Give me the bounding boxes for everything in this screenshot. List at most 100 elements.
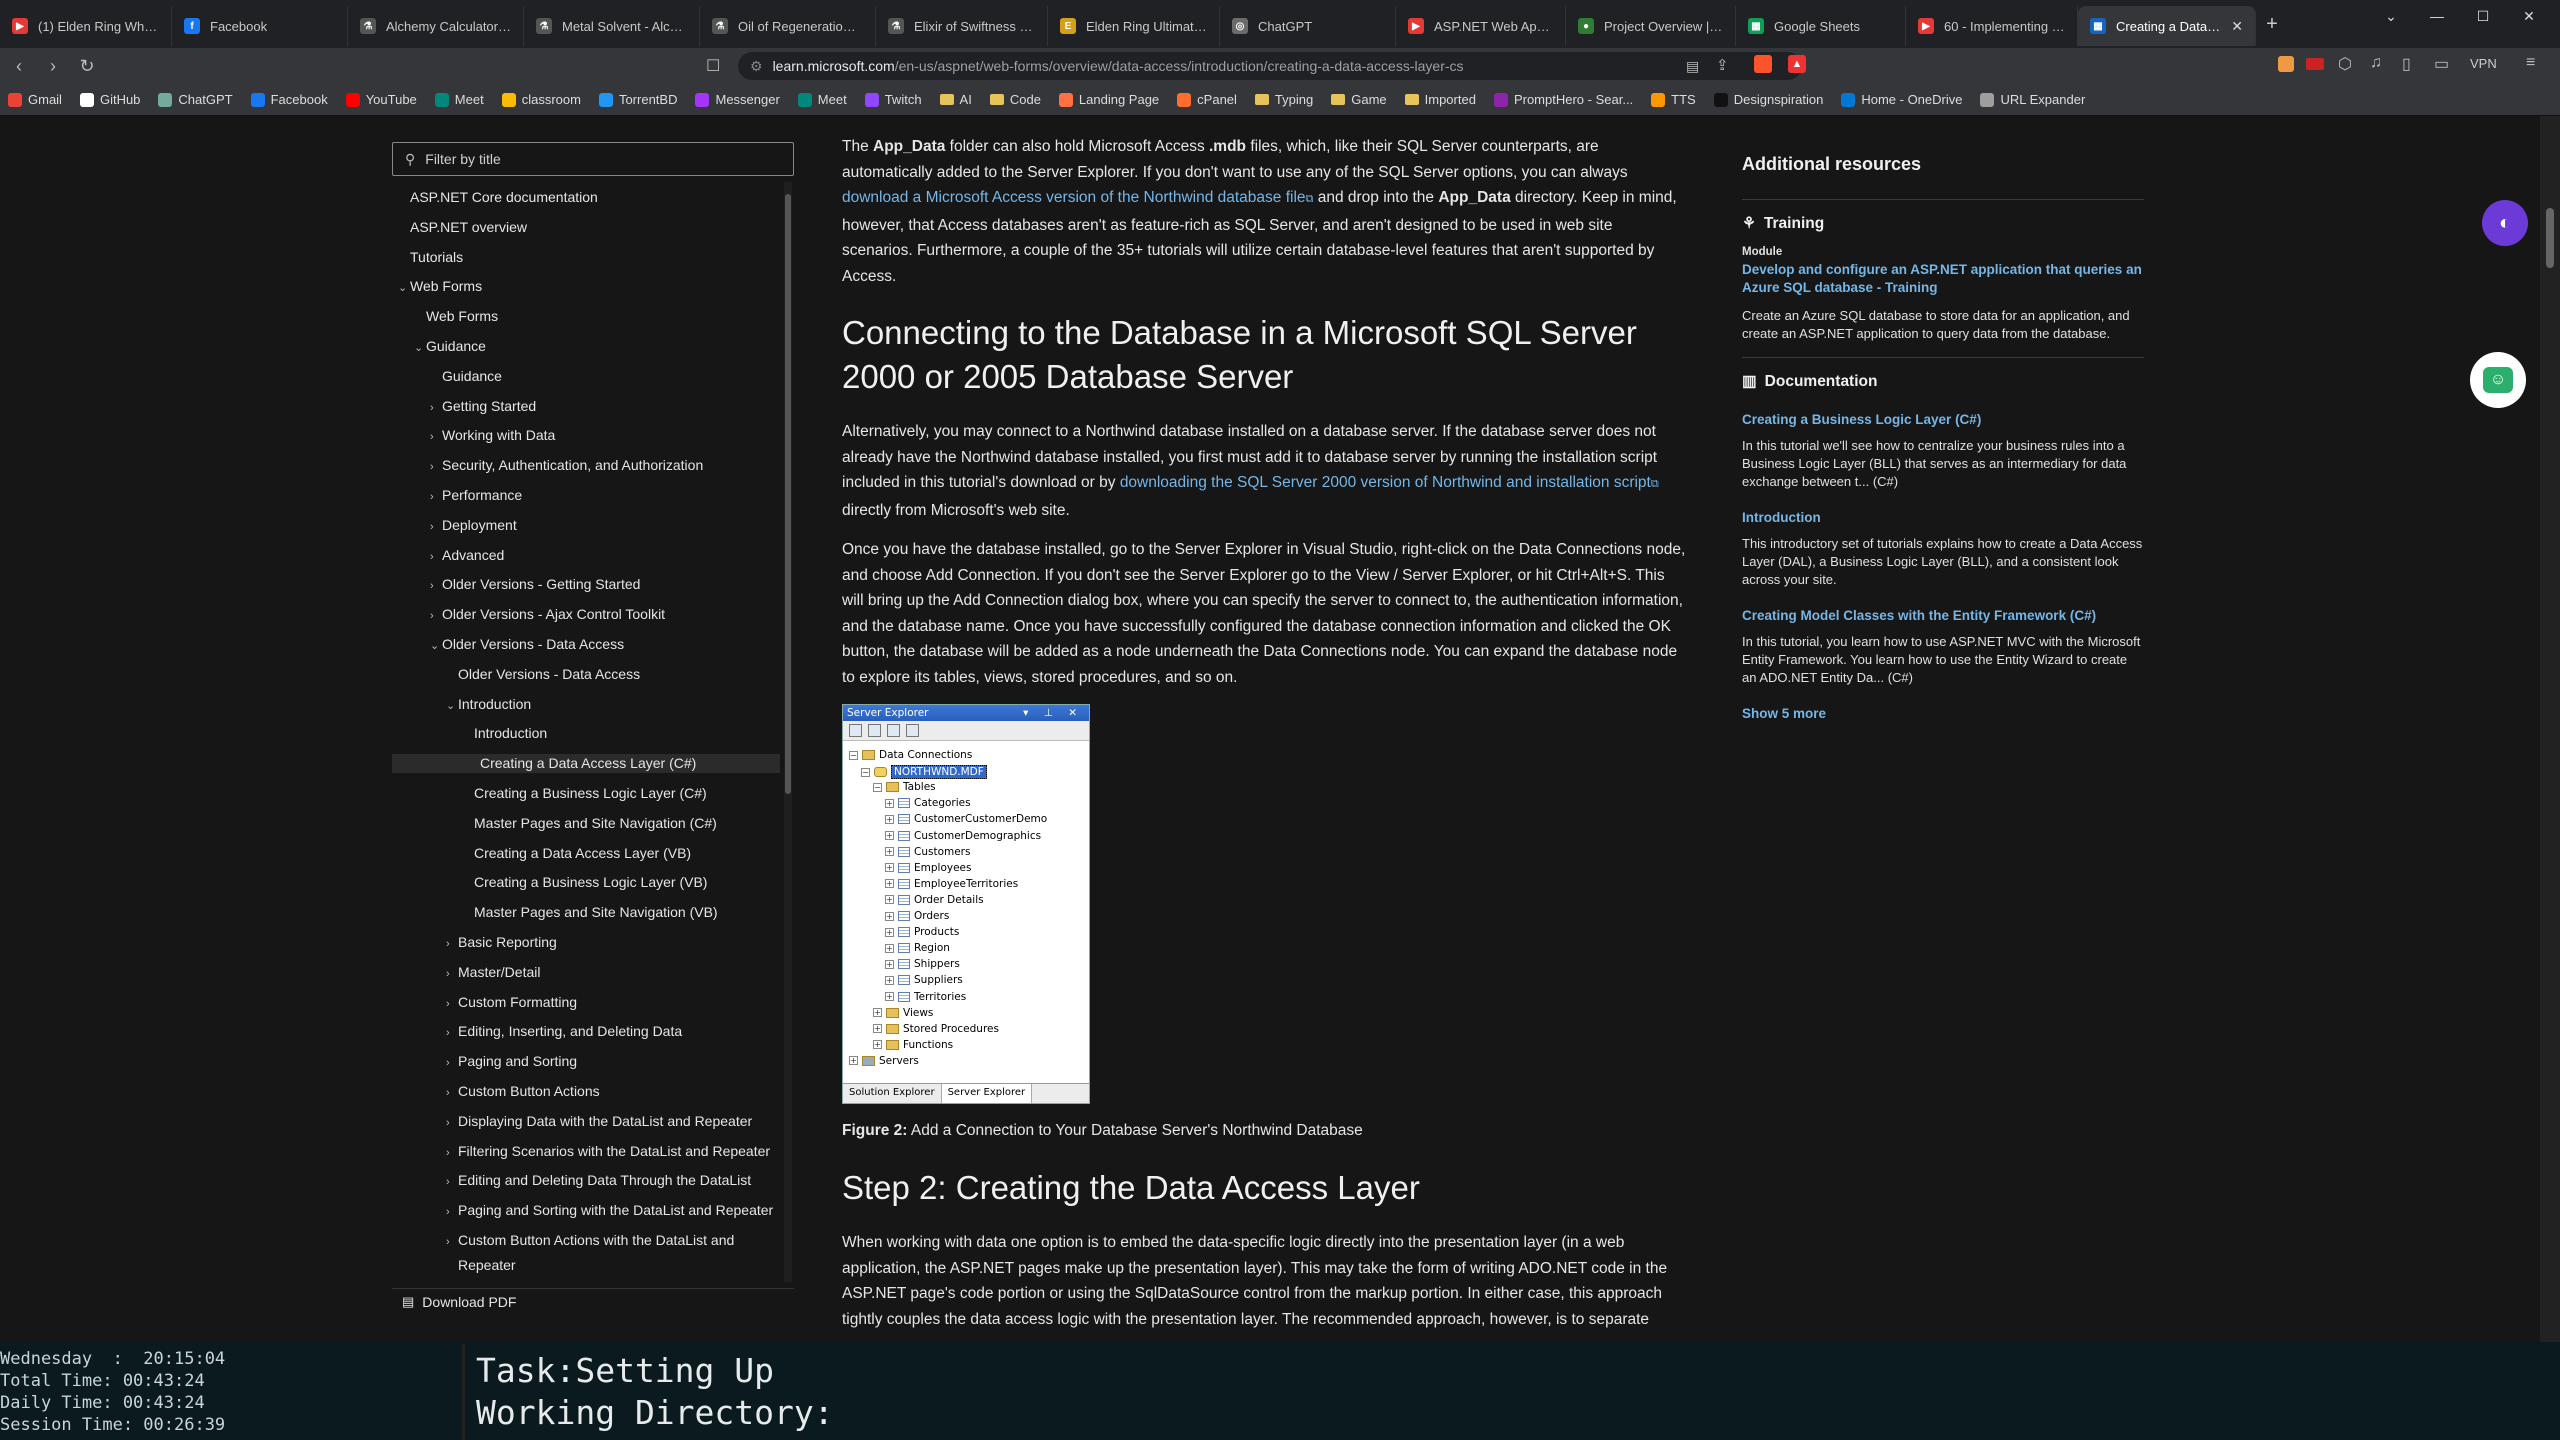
tab[interactable]: ▦ Google Sheets bbox=[1736, 6, 1906, 46]
bookmark-item[interactable]: cPanel bbox=[1177, 92, 1237, 107]
tab[interactable]: E Elden Ring Ultimate Che bbox=[1048, 6, 1220, 46]
bookmark-item[interactable]: Designspiration bbox=[1713, 92, 1823, 107]
toc-group[interactable]: › Paging and Sorting bbox=[446, 1052, 577, 1073]
tab[interactable]: ● Project Overview | Cloud bbox=[1566, 6, 1736, 46]
site-info-icon[interactable]: ⚙ bbox=[750, 58, 763, 75]
toc-group[interactable]: ⌄ Older Versions - Data Access bbox=[430, 635, 624, 656]
toc-item[interactable]: Creating a Data Access Layer (C#) bbox=[392, 754, 780, 774]
bookmark-item[interactable]: TorrentBD bbox=[598, 92, 677, 107]
download-pdf-button[interactable]: ▤ Download PDF bbox=[392, 1288, 794, 1314]
toc-scrollbar-thumb[interactable] bbox=[785, 194, 791, 794]
bookmark-item[interactable]: Landing Page bbox=[1058, 92, 1159, 107]
toc-group[interactable]: › Paging and Sorting with the DataList an… bbox=[446, 1201, 773, 1222]
doc-link[interactable]: Introduction bbox=[1742, 509, 2144, 527]
toc-item[interactable]: ASP.NET overview bbox=[410, 218, 527, 237]
toc-group[interactable]: › Editing and Deleting Data Through the D… bbox=[446, 1171, 751, 1192]
toc-item[interactable]: ASP.NET Core documentation bbox=[410, 188, 598, 207]
toc-group[interactable]: › Filtering Scenarios with the DataList a… bbox=[446, 1142, 770, 1163]
toc-group[interactable]: › Displaying Data with the DataList and R… bbox=[446, 1112, 752, 1133]
toc-item[interactable]: Master Pages and Site Navigation (VB) bbox=[474, 903, 718, 922]
toc-item[interactable]: Introduction bbox=[474, 724, 547, 743]
close-tab-icon[interactable]: ✕ bbox=[2231, 18, 2243, 35]
forward-icon[interactable]: › bbox=[36, 50, 70, 82]
tab[interactable]: ⚗ Metal Solvent - Alchemy bbox=[524, 6, 700, 46]
bookmark-item[interactable]: Facebook bbox=[250, 92, 328, 107]
tab[interactable]: f Facebook bbox=[172, 6, 348, 46]
reload-icon[interactable]: ↻ bbox=[70, 50, 104, 82]
doc-link[interactable]: Creating Model Classes with the Entity F… bbox=[1742, 607, 2144, 625]
menu-icon[interactable]: ≡ bbox=[2526, 54, 2535, 72]
bookmark-item[interactable]: Messenger bbox=[695, 92, 780, 107]
tab[interactable]: ◎ ChatGPT bbox=[1220, 6, 1396, 46]
extensions-icon[interactable]: ⬡ bbox=[2338, 54, 2352, 74]
toc-group[interactable]: › Custom Button Actions with the DataList… bbox=[446, 1231, 734, 1252]
tab[interactable]: ⚗ Elixir of Swiftness - Alche bbox=[876, 6, 1048, 46]
address-bar[interactable]: ⚙ learn.microsoft.com /en-us/aspnet/web-… bbox=[738, 52, 1802, 80]
tab-search-icon[interactable]: ⌄ bbox=[2368, 0, 2414, 32]
extension-icon[interactable] bbox=[2278, 56, 2294, 72]
sql-download-link[interactable]: downloading the SQL Server 2000 version … bbox=[1120, 474, 1651, 491]
tab[interactable]: ▶ 60 - Implementing DAL bbox=[1906, 6, 2078, 46]
bookmark-item[interactable]: ChatGPT bbox=[158, 92, 233, 107]
close-window-button[interactable]: ✕ bbox=[2506, 0, 2552, 32]
bookmark-item[interactable]: YouTube bbox=[345, 92, 417, 107]
vpn-button[interactable]: VPN bbox=[2470, 56, 2497, 71]
toc-group[interactable]: › Security, Authentication, and Authoriza… bbox=[430, 456, 703, 477]
bookmark-item[interactable]: Home - OneDrive bbox=[1841, 92, 1962, 107]
chatbot-bubble-icon[interactable]: ☺ bbox=[2470, 352, 2526, 408]
new-tab-button[interactable]: + bbox=[2256, 8, 2288, 40]
sidebar-toggle-icon[interactable]: ▯ bbox=[2402, 54, 2411, 74]
bookmark-item[interactable]: TTS bbox=[1651, 92, 1696, 107]
tab[interactable]: ▶ ASP.NET Web Applicatio bbox=[1396, 6, 1566, 46]
bookmark-item[interactable]: Gmail bbox=[8, 92, 62, 107]
bookmark-item[interactable]: Meet bbox=[797, 92, 847, 107]
toc-item[interactable]: Repeater bbox=[458, 1256, 516, 1275]
bookmark-item[interactable]: Imported bbox=[1404, 92, 1476, 107]
tab[interactable]: ▶ (1) Elden Ring Where To bbox=[0, 6, 172, 46]
toc-group[interactable]: › Custom Formatting bbox=[446, 993, 577, 1014]
bookmark-item[interactable]: Typing bbox=[1254, 92, 1313, 107]
show-more-link[interactable]: Show 5 more bbox=[1742, 705, 2144, 723]
toc-item[interactable]: Master Pages and Site Navigation (C#) bbox=[474, 814, 717, 833]
tab[interactable]: ▦ Creating a Data Access ✕ bbox=[2078, 6, 2256, 46]
toc-group[interactable]: › Older Versions - Getting Started bbox=[430, 575, 640, 596]
toc-item[interactable]: Older Versions - Data Access bbox=[458, 665, 640, 684]
back-icon[interactable]: ‹ bbox=[2, 50, 36, 82]
bookmark-item[interactable]: AI bbox=[939, 92, 972, 107]
bookmark-icon[interactable]: ☐ bbox=[706, 56, 720, 76]
toc-group[interactable]: › Performance bbox=[430, 486, 522, 507]
share-icon[interactable]: ⇪ bbox=[1716, 56, 1729, 74]
toc-item[interactable]: Web Forms bbox=[426, 307, 498, 326]
toc-group[interactable]: ›Accessing the Database Directly from an… bbox=[446, 1280, 772, 1282]
toc-item[interactable]: Creating a Business Logic Layer (C#) bbox=[474, 784, 707, 803]
toc-group[interactable]: › Master/Detail bbox=[446, 963, 540, 984]
bookmark-item[interactable]: Code bbox=[989, 92, 1041, 107]
bookmark-item[interactable]: Game bbox=[1331, 92, 1387, 107]
bookmark-item[interactable]: PromptHero - Sear... bbox=[1493, 92, 1633, 107]
bookmark-item[interactable]: Twitch bbox=[864, 92, 922, 107]
extension-icon[interactable] bbox=[2306, 58, 2324, 70]
toc-group[interactable]: ⌄ Web Forms bbox=[398, 277, 482, 298]
bookmark-item[interactable]: Meet bbox=[434, 92, 484, 107]
toc-group[interactable]: ⌄ Introduction bbox=[446, 695, 531, 716]
toc-group[interactable]: › Deployment bbox=[430, 516, 517, 537]
bookmark-item[interactable]: classroom bbox=[501, 92, 581, 107]
media-icon[interactable]: ♫ bbox=[2370, 54, 2382, 72]
tab[interactable]: ⚗ Alchemy Calculator | bdo bbox=[348, 6, 524, 46]
toc-item[interactable]: Tutorials bbox=[410, 248, 463, 267]
toc-item[interactable]: Creating a Data Access Layer (VB) bbox=[474, 844, 691, 863]
reader-icon[interactable]: ▤ bbox=[1686, 58, 1699, 75]
toc-group[interactable]: › Getting Started bbox=[430, 397, 536, 418]
toc-item[interactable]: Guidance bbox=[442, 367, 502, 386]
toc-group[interactable]: › Older Versions - Ajax Control Toolkit bbox=[430, 605, 665, 626]
toc-group[interactable]: › Advanced bbox=[430, 546, 504, 567]
tab[interactable]: ⚗ Oil of Regeneration - Alche bbox=[700, 6, 876, 46]
toc-item[interactable]: Creating a Business Logic Layer (VB) bbox=[474, 873, 707, 892]
page-scrollbar[interactable] bbox=[2540, 116, 2560, 1342]
bookmark-item[interactable]: GitHub bbox=[79, 92, 140, 107]
bookmark-item[interactable]: URL Expander bbox=[1980, 92, 2085, 107]
toc-group[interactable]: › Custom Button Actions bbox=[446, 1082, 600, 1103]
minimize-button[interactable]: — bbox=[2414, 0, 2460, 32]
wallet-icon[interactable]: ▭ bbox=[2434, 54, 2449, 74]
toc-scrollbar[interactable] bbox=[784, 182, 792, 1282]
